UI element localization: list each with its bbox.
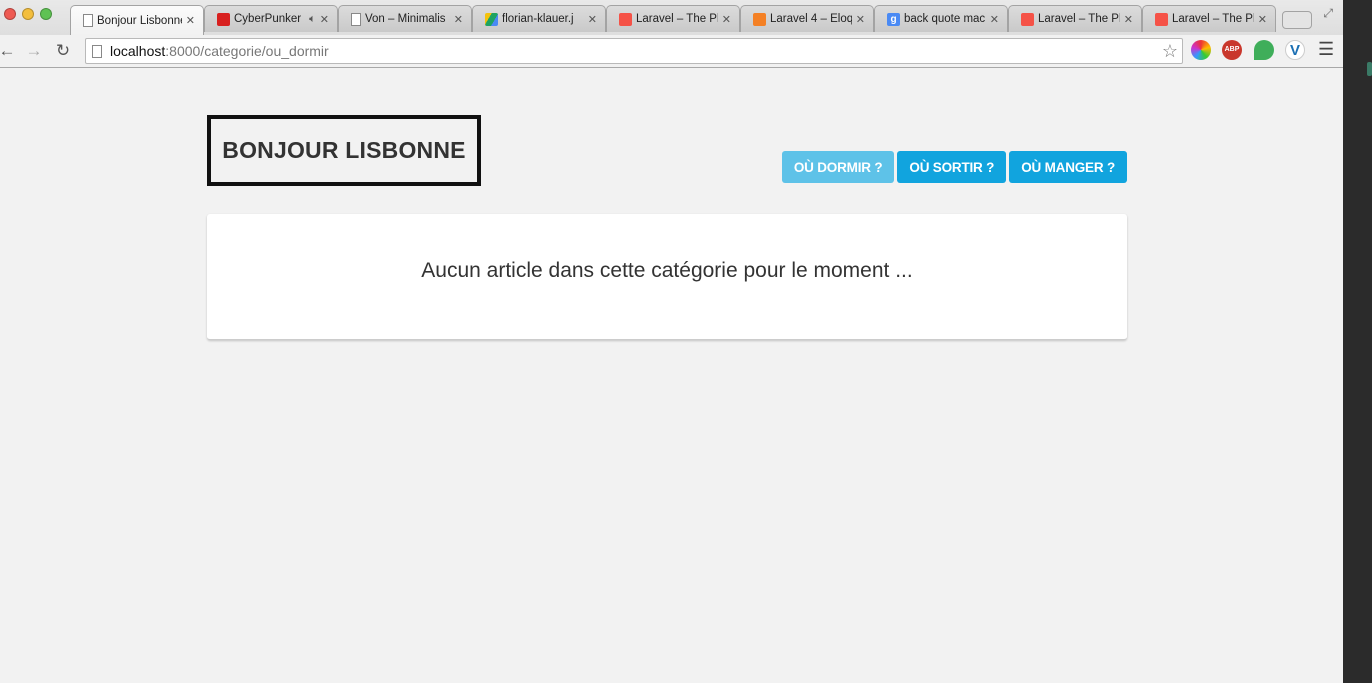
address-bar[interactable]: localhost :8000/categorie/ou_dormir ☆: [85, 38, 1183, 64]
page-icon: [83, 14, 93, 27]
tab-close-icon[interactable]: ✕: [856, 13, 865, 26]
nav-ou-manger-button[interactable]: OÙ MANGER ?: [1009, 151, 1127, 183]
drive-icon: [485, 12, 498, 26]
laravel-icon: [1021, 12, 1034, 26]
tab-laravel-3[interactable]: Laravel – The Ph ✕: [1142, 5, 1276, 32]
tab-close-icon[interactable]: ✕: [320, 13, 329, 26]
window-controls: [4, 8, 52, 20]
laravel-icon: [1155, 12, 1168, 26]
tab-close-icon[interactable]: ✕: [186, 14, 195, 27]
tab-title: Bonjour Lisbonne: [97, 14, 182, 27]
tab-bonjour-lisbonne[interactable]: Bonjour Lisbonne ✕: [70, 5, 204, 35]
tab-close-icon[interactable]: ✕: [990, 13, 999, 26]
tab-laravel-2[interactable]: Laravel – The Ph ✕: [1008, 5, 1142, 32]
stackoverflow-icon: [753, 12, 766, 26]
nav-ou-dormir-button[interactable]: OÙ DORMIR ?: [781, 151, 895, 183]
tab-von-minimalis[interactable]: Von – Minimalis ✕: [338, 5, 472, 32]
logo-text: BONJOUR LISBONNE: [222, 137, 466, 163]
url-path: :8000/categorie/ou_dormir: [165, 43, 329, 59]
tab-title: Laravel – The Ph: [1172, 13, 1254, 25]
reload-icon[interactable]: ↻: [53, 41, 73, 61]
youtube-icon: [217, 12, 230, 26]
forward-arrow-icon[interactable]: →: [24, 41, 44, 61]
tab-title: Laravel – The Ph: [1038, 13, 1120, 25]
tab-close-icon[interactable]: ✕: [722, 13, 731, 26]
browser-chrome: Bonjour Lisbonne ✕ CyberPunker 🔈︎ ✕ Von …: [0, 0, 1343, 68]
tab-close-icon[interactable]: ✕: [454, 13, 463, 26]
menu-icon[interactable]: ☰: [1318, 39, 1334, 60]
tab-close-icon[interactable]: ✕: [1258, 13, 1267, 26]
v-extension-icon[interactable]: V: [1285, 40, 1305, 60]
fullscreen-icon[interactable]: ⤢: [1323, 6, 1333, 21]
tab-close-icon[interactable]: ✕: [588, 13, 597, 26]
tab-title: back quote mac: [904, 13, 986, 25]
new-tab-button[interactable]: [1282, 11, 1312, 29]
leaf-extension-icon[interactable]: [1254, 40, 1274, 60]
desktop-background: [1343, 0, 1372, 683]
desktop-widget: [1367, 62, 1372, 76]
browser-toolbar: ← → ↻ localhost :8000/categorie/ou_dormi…: [0, 35, 1343, 67]
color-picker-extension-icon[interactable]: [1191, 40, 1211, 60]
category-nav: OÙ DORMIR ? OÙ SORTIR ? OÙ MANGER ?: [781, 151, 1127, 183]
close-window-button[interactable]: [4, 8, 16, 20]
tab-laravel-1[interactable]: Laravel – The Ph ✕: [606, 5, 740, 32]
tab-florian-klauer[interactable]: florian-klauer.j ✕: [472, 5, 606, 32]
adblock-plus-icon[interactable]: ABP: [1222, 40, 1242, 60]
tab-close-icon[interactable]: ✕: [1124, 13, 1133, 26]
site-logo[interactable]: BONJOUR LISBONNE: [207, 115, 481, 186]
page-icon: [351, 12, 361, 26]
zoom-window-button[interactable]: [40, 8, 52, 20]
speaker-icon: 🔈︎: [309, 12, 316, 25]
empty-category-message: Aucun article dans cette catégorie pour …: [421, 259, 913, 282]
bookmark-star-icon[interactable]: ☆: [1162, 41, 1178, 62]
laravel-icon: [619, 12, 632, 26]
tab-title: CyberPunker: [234, 13, 302, 25]
tab-back-quote-mac[interactable]: g back quote mac ✕: [874, 5, 1008, 32]
page-viewport: BONJOUR LISBONNE OÙ DORMIR ? OÙ SORTIR ?…: [0, 68, 1343, 683]
content-card: Aucun article dans cette catégorie pour …: [207, 214, 1127, 340]
minimize-window-button[interactable]: [22, 8, 34, 20]
tab-title: Laravel 4 – Eloq: [770, 13, 852, 25]
url-host: localhost: [110, 43, 166, 59]
tab-laravel-eloquent[interactable]: Laravel 4 – Eloq ✕: [740, 5, 874, 32]
tab-title: Von – Minimalis: [365, 13, 446, 25]
back-arrow-icon[interactable]: ←: [0, 41, 17, 61]
tab-title: Laravel – The Ph: [636, 13, 718, 25]
page-icon: [92, 44, 102, 58]
google-icon: g: [887, 12, 900, 26]
nav-ou-sortir-button[interactable]: OÙ SORTIR ?: [897, 151, 1007, 183]
tab-cyberpunker[interactable]: CyberPunker 🔈︎ ✕: [204, 5, 338, 32]
tab-title: florian-klauer.j: [502, 13, 574, 25]
tab-strip: Bonjour Lisbonne ✕ CyberPunker 🔈︎ ✕ Von …: [70, 5, 1312, 35]
